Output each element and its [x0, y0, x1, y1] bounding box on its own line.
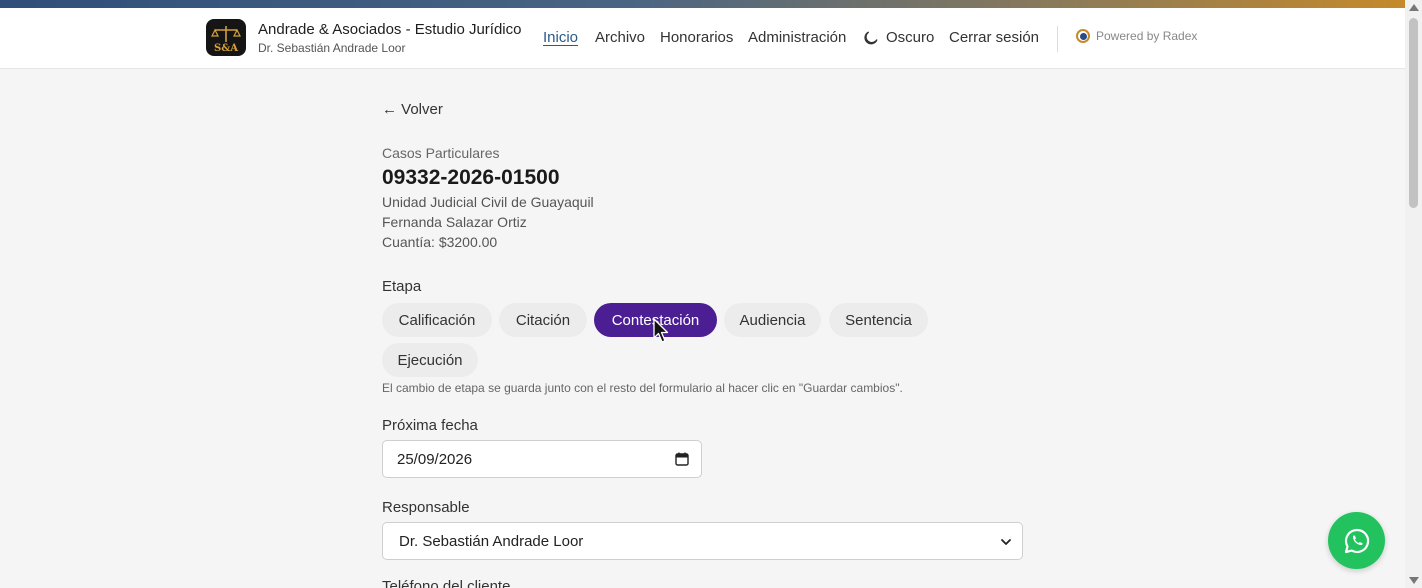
page-scrollbar[interactable]	[1405, 0, 1422, 588]
stage-option-calificacion[interactable]: Calificación	[382, 303, 492, 337]
chevron-down-icon	[1001, 539, 1011, 545]
brand-title: Andrade & Asociados - Estudio Jurídico	[258, 21, 522, 38]
top-accent-bar	[0, 0, 1405, 8]
nav-administracion[interactable]: Administración	[748, 29, 846, 46]
stage-option-ejecucion[interactable]: Ejecución	[382, 343, 478, 377]
stage-hint: El cambio de etapa se guarda junto con e…	[382, 381, 903, 395]
radex-logo-icon	[1076, 29, 1090, 43]
stage-label: Etapa	[382, 278, 422, 295]
nav-archivo[interactable]: Archivo	[595, 29, 645, 46]
case-number: 09332-2026-01500	[382, 166, 560, 189]
next-date-value: 25/09/2026	[397, 450, 473, 468]
scroll-up-arrow[interactable]	[1409, 4, 1419, 11]
case-category: Casos Particulares	[382, 145, 500, 161]
moon-icon	[864, 31, 878, 45]
stage-option-contestacion[interactable]: Contestación	[594, 303, 717, 337]
powered-by[interactable]: Powered by Radex	[1076, 29, 1197, 43]
firm-logo[interactable]: S&A	[206, 19, 246, 56]
nav-divider	[1057, 26, 1058, 52]
case-amount: Cuantía: $3200.00	[382, 234, 498, 250]
nav-inicio[interactable]: Inicio	[543, 29, 578, 46]
logout-link[interactable]: Cerrar sesión	[949, 29, 1039, 46]
brand-subtitle: Dr. Sebastián Andrade Loor	[258, 41, 406, 55]
back-link[interactable]: ← Volver	[382, 101, 443, 118]
scales-of-justice-icon: S&A	[211, 25, 241, 54]
scroll-down-arrow[interactable]	[1409, 577, 1419, 584]
calendar-icon[interactable]	[675, 452, 689, 466]
stage-option-audiencia[interactable]: Audiencia	[724, 303, 821, 337]
responsible-select[interactable]: Dr. Sebastián Andrade Loor	[382, 522, 1023, 560]
stage-option-sentencia[interactable]: Sentencia	[829, 303, 928, 337]
whatsapp-button[interactable]	[1328, 512, 1385, 569]
scroll-thumb[interactable]	[1409, 18, 1418, 208]
next-date-label: Próxima fecha	[382, 417, 478, 434]
case-client: Fernanda Salazar Ortiz	[382, 214, 527, 230]
case-court: Unidad Judicial Civil de Guayaquil	[382, 194, 594, 210]
whatsapp-icon	[1344, 528, 1369, 553]
theme-toggle-button[interactable]: Oscuro	[864, 29, 934, 46]
logo-text: S&A	[214, 43, 238, 54]
powered-by-label: Powered by Radex	[1096, 29, 1198, 43]
next-date-input[interactable]: 25/09/2026	[382, 440, 702, 478]
nav-honorarios[interactable]: Honorarios	[660, 29, 733, 46]
app-header: S&A Andrade & Asociados - Estudio Jurídi…	[0, 8, 1405, 69]
responsible-value: Dr. Sebastián Andrade Loor	[399, 532, 584, 550]
theme-toggle-label: Oscuro	[886, 29, 935, 46]
client-phone-label: Teléfono del cliente	[382, 578, 511, 588]
responsible-label: Responsable	[382, 499, 470, 516]
stage-option-citacion[interactable]: Citación	[499, 303, 587, 337]
